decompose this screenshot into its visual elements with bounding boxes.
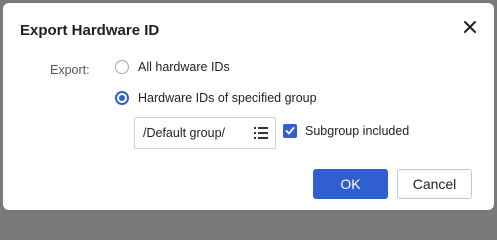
checkbox-label: Subgroup included	[305, 124, 410, 138]
radio-all-hardware-ids[interactable]: All hardware IDs	[115, 60, 230, 74]
ok-button[interactable]: OK	[313, 169, 388, 199]
close-button[interactable]	[461, 18, 479, 36]
radio-label: Hardware IDs of specified group	[138, 91, 317, 105]
radio-label: All hardware IDs	[138, 60, 230, 74]
dialog-title: Export Hardware ID	[20, 22, 160, 39]
group-picker-field[interactable]: /Default group/	[134, 117, 276, 149]
radio-button[interactable]	[115, 60, 129, 74]
cancel-button[interactable]: Cancel	[397, 169, 472, 199]
radio-specified-group[interactable]: Hardware IDs of specified group	[115, 91, 317, 105]
export-hardware-id-dialog: Export Hardware ID Export: All hardware …	[3, 3, 494, 210]
radio-button-selected[interactable]	[115, 91, 129, 105]
checkmark-icon	[285, 127, 295, 135]
subgroup-included-checkbox[interactable]: Subgroup included	[283, 124, 409, 138]
checkbox[interactable]	[283, 124, 297, 138]
list-icon[interactable]	[254, 127, 268, 139]
export-label: Export:	[50, 63, 90, 77]
close-icon	[464, 21, 476, 33]
group-value: /Default group/	[143, 126, 225, 140]
